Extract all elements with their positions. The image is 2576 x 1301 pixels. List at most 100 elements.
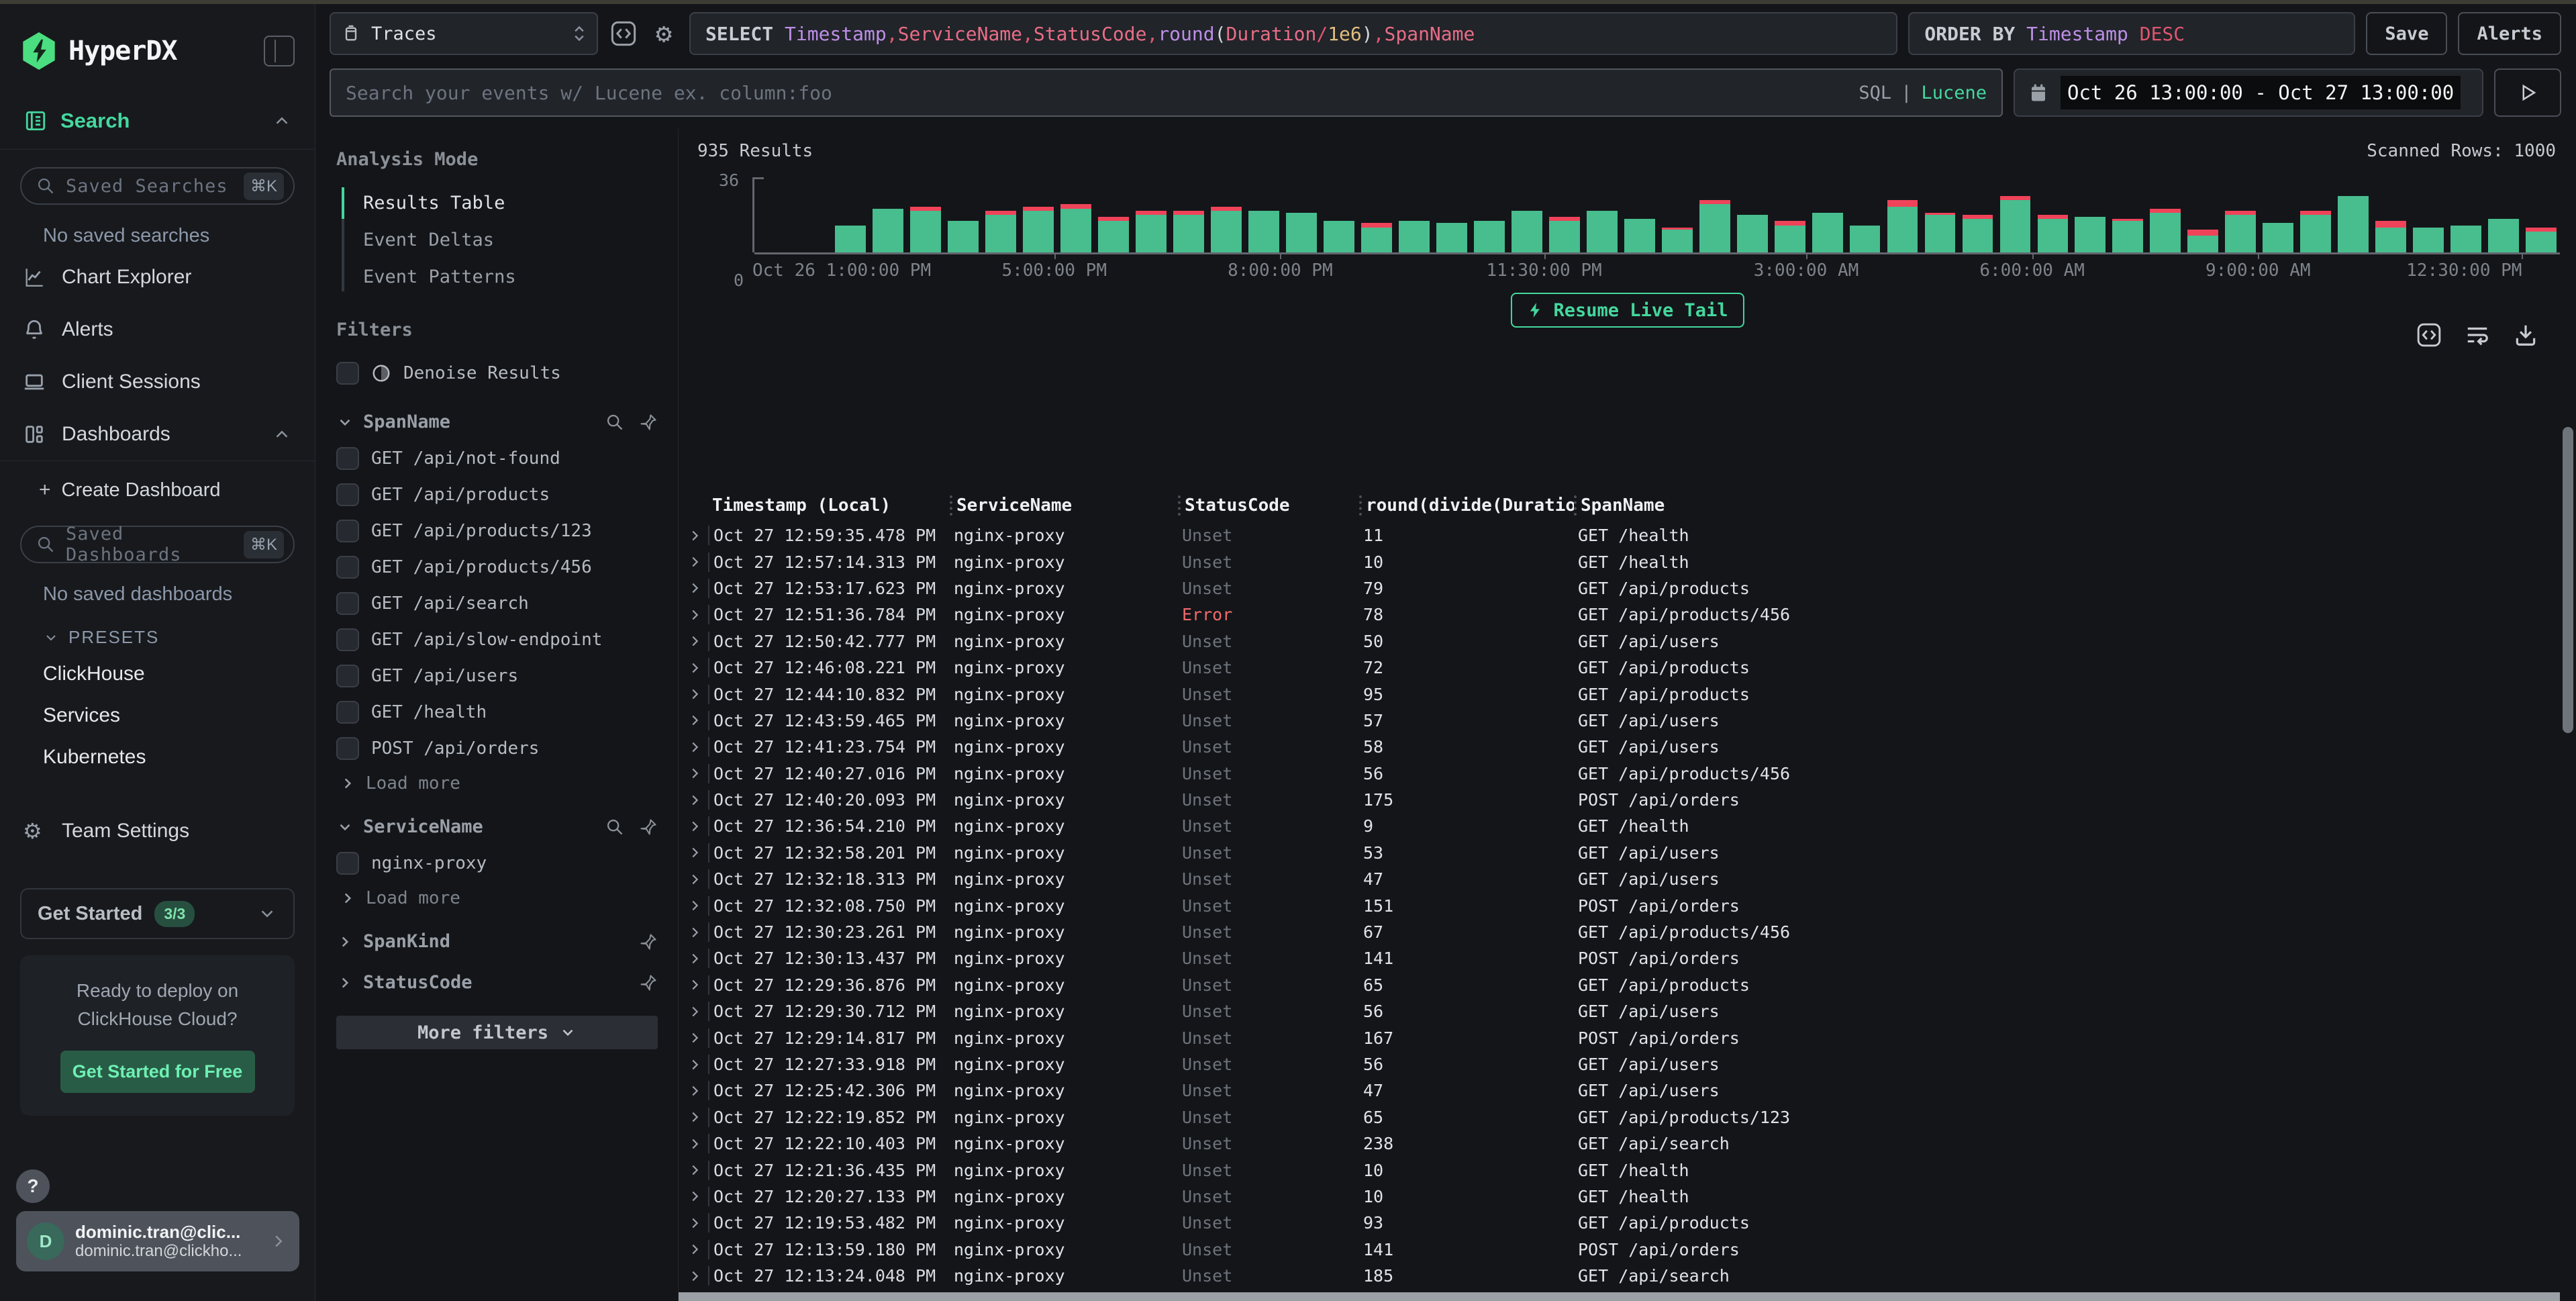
- row-expand-icon[interactable]: [681, 713, 708, 728]
- sidebar-item-alerts[interactable]: Alerts: [0, 303, 315, 356]
- filter-option-get-api-not-found[interactable]: GET /api/not-found: [336, 440, 658, 477]
- table-row[interactable]: Oct 27 12:59:35.478 PMnginx-proxyUnset11…: [681, 522, 2563, 548]
- histogram-slot[interactable]: [1583, 177, 1621, 252]
- row-expand-icon[interactable]: [681, 687, 708, 702]
- filter-option-get-api-products[interactable]: GET /api/products: [336, 477, 658, 513]
- search-icon[interactable]: [605, 413, 624, 432]
- sidebar-item-search[interactable]: Search: [0, 90, 315, 149]
- table-row[interactable]: Oct 27 12:10:53.155 PMnginx-proxyUnset71…: [681, 1289, 2563, 1290]
- row-expand-icon[interactable]: [681, 793, 708, 808]
- checkbox[interactable]: [336, 592, 359, 615]
- lucene-toggle[interactable]: Lucene: [1921, 83, 1987, 103]
- row-expand-icon[interactable]: [681, 608, 708, 622]
- pin-icon[interactable]: [639, 413, 658, 432]
- filter-option-get-api-products-123[interactable]: GET /api/products/123: [336, 513, 658, 549]
- histogram-slot[interactable]: [1170, 177, 1207, 252]
- row-expand-icon[interactable]: [681, 766, 708, 781]
- get-started-free-button[interactable]: Get Started for Free: [60, 1051, 255, 1093]
- table-row[interactable]: Oct 27 12:41:23.754 PMnginx-proxyUnset58…: [681, 734, 2563, 760]
- saved-searches-input[interactable]: Saved Searches ⌘K: [20, 167, 295, 205]
- histogram-slot[interactable]: [1922, 177, 1959, 252]
- row-expand-icon[interactable]: [681, 819, 708, 834]
- row-expand-icon[interactable]: [681, 1242, 708, 1257]
- histogram-slot[interactable]: [2485, 177, 2522, 252]
- table-row[interactable]: Oct 27 12:29:14.817 PMnginx-proxyUnset16…: [681, 1024, 2563, 1051]
- checkbox[interactable]: [336, 665, 359, 687]
- analysis-mode-event-deltas[interactable]: Event Deltas: [354, 222, 658, 258]
- histogram-slot[interactable]: [869, 177, 907, 252]
- create-dashboard-button[interactable]: + Create Dashboard: [0, 461, 315, 508]
- save-button[interactable]: Save: [2366, 12, 2447, 55]
- histogram-slot[interactable]: [1996, 177, 2034, 252]
- row-expand-icon[interactable]: [681, 1057, 708, 1072]
- table-row[interactable]: Oct 27 12:13:24.048 PMnginx-proxyUnset18…: [681, 1263, 2563, 1289]
- row-expand-icon[interactable]: [681, 845, 708, 860]
- table-row[interactable]: Oct 27 12:13:59.180 PMnginx-proxyUnset14…: [681, 1237, 2563, 1263]
- histogram-slot[interactable]: [1095, 177, 1132, 252]
- saved-dashboards-input[interactable]: Saved Dashboards ⌘K: [20, 526, 295, 563]
- histogram-slot[interactable]: [1283, 177, 1320, 252]
- histogram-slot[interactable]: [1734, 177, 1771, 252]
- sidebar-item-clickhouse[interactable]: ClickHouse: [0, 653, 315, 695]
- row-expand-icon[interactable]: [681, 1216, 708, 1231]
- histogram-slot[interactable]: [2372, 177, 2410, 252]
- text-wrap-icon[interactable]: [2465, 322, 2490, 348]
- table-row[interactable]: Oct 27 12:50:42.777 PMnginx-proxyUnset50…: [681, 628, 2563, 655]
- sidebar-collapse-icon[interactable]: [264, 36, 295, 66]
- histogram-slot[interactable]: [2410, 177, 2447, 252]
- table-row[interactable]: Oct 27 12:36:54.210 PMnginx-proxyUnset9G…: [681, 813, 2563, 839]
- table-row[interactable]: Oct 27 12:32:58.201 PMnginx-proxyUnset53…: [681, 840, 2563, 866]
- user-menu[interactable]: D dominic.tran@clic... dominic.tran@clic…: [16, 1211, 299, 1271]
- table-row[interactable]: Oct 27 12:29:36.876 PMnginx-proxyUnset65…: [681, 972, 2563, 998]
- row-expand-icon[interactable]: [681, 1110, 708, 1124]
- search-icon[interactable]: [605, 818, 624, 836]
- histogram-slot[interactable]: [756, 177, 794, 252]
- sidebar-item-chart-explorer[interactable]: Chart Explorer: [0, 251, 315, 303]
- table-row[interactable]: Oct 27 12:57:14.313 PMnginx-proxyUnset10…: [681, 548, 2563, 575]
- row-expand-icon[interactable]: [681, 1189, 708, 1204]
- table-row[interactable]: Oct 27 12:32:18.313 PMnginx-proxyUnset47…: [681, 866, 2563, 892]
- histogram-slot[interactable]: [1207, 177, 1245, 252]
- vertical-scrollbar[interactable]: [2563, 427, 2573, 733]
- row-expand-icon[interactable]: [681, 1004, 708, 1019]
- histogram-slot[interactable]: [2522, 177, 2560, 252]
- analysis-mode-results-table[interactable]: Results Table: [354, 185, 658, 222]
- filter-option-get-api-slow-endpoint[interactable]: GET /api/slow-endpoint: [336, 622, 658, 658]
- checkbox[interactable]: [336, 520, 359, 542]
- histogram-slot[interactable]: [944, 177, 982, 252]
- table-row[interactable]: Oct 27 12:32:08.750 PMnginx-proxyUnset15…: [681, 892, 2563, 918]
- table-row[interactable]: Oct 27 12:22:19.852 PMnginx-proxyUnset65…: [681, 1104, 2563, 1130]
- denoise-results-toggle[interactable]: Denoise Results: [336, 355, 658, 391]
- run-query-button[interactable]: [2494, 68, 2561, 117]
- sidebar-item-services[interactable]: Services: [0, 695, 315, 736]
- table-row[interactable]: Oct 27 12:25:42.306 PMnginx-proxyUnset47…: [681, 1077, 2563, 1104]
- row-expand-icon[interactable]: [681, 925, 708, 940]
- row-expand-icon[interactable]: [681, 528, 708, 543]
- histogram-slot[interactable]: [1057, 177, 1095, 252]
- filter-option-get-health[interactable]: GET /health: [336, 694, 658, 730]
- sidebar-item-client-sessions[interactable]: Client Sessions: [0, 356, 315, 408]
- table-row[interactable]: Oct 27 12:40:20.093 PMnginx-proxyUnset17…: [681, 787, 2563, 813]
- download-icon[interactable]: [2513, 322, 2538, 348]
- histogram-slot[interactable]: [2222, 177, 2259, 252]
- table-row[interactable]: Oct 27 12:21:36.435 PMnginx-proxyUnset10…: [681, 1157, 2563, 1183]
- table-row[interactable]: Oct 27 12:30:23.261 PMnginx-proxyUnset67…: [681, 919, 2563, 945]
- presets-toggle[interactable]: PRESETS: [0, 610, 315, 653]
- alerts-button[interactable]: Alerts: [2458, 12, 2561, 55]
- histogram-slot[interactable]: [2259, 177, 2297, 252]
- load-more-button[interactable]: Load more: [336, 767, 658, 796]
- col-timestamp[interactable]: Timestamp (Local): [708, 495, 950, 516]
- code-toggle-icon[interactable]: [609, 19, 638, 48]
- more-filters-button[interactable]: More filters: [336, 1016, 658, 1049]
- histogram-slot[interactable]: [1358, 177, 1395, 252]
- filter-group-spankind[interactable]: SpanKind: [336, 931, 658, 952]
- histogram-slot[interactable]: [1959, 177, 1997, 252]
- histogram-slot[interactable]: [1771, 177, 1809, 252]
- filter-group-spanname[interactable]: SpanName: [336, 412, 658, 432]
- row-expand-icon[interactable]: [681, 898, 708, 913]
- col-servicename[interactable]: ServiceName: [950, 495, 1178, 516]
- histogram-slot[interactable]: [2334, 177, 2372, 252]
- checkbox[interactable]: [336, 737, 359, 760]
- table-row[interactable]: Oct 27 12:29:30.712 PMnginx-proxyUnset56…: [681, 998, 2563, 1024]
- sidebar-item-dashboards[interactable]: Dashboards: [0, 408, 315, 461]
